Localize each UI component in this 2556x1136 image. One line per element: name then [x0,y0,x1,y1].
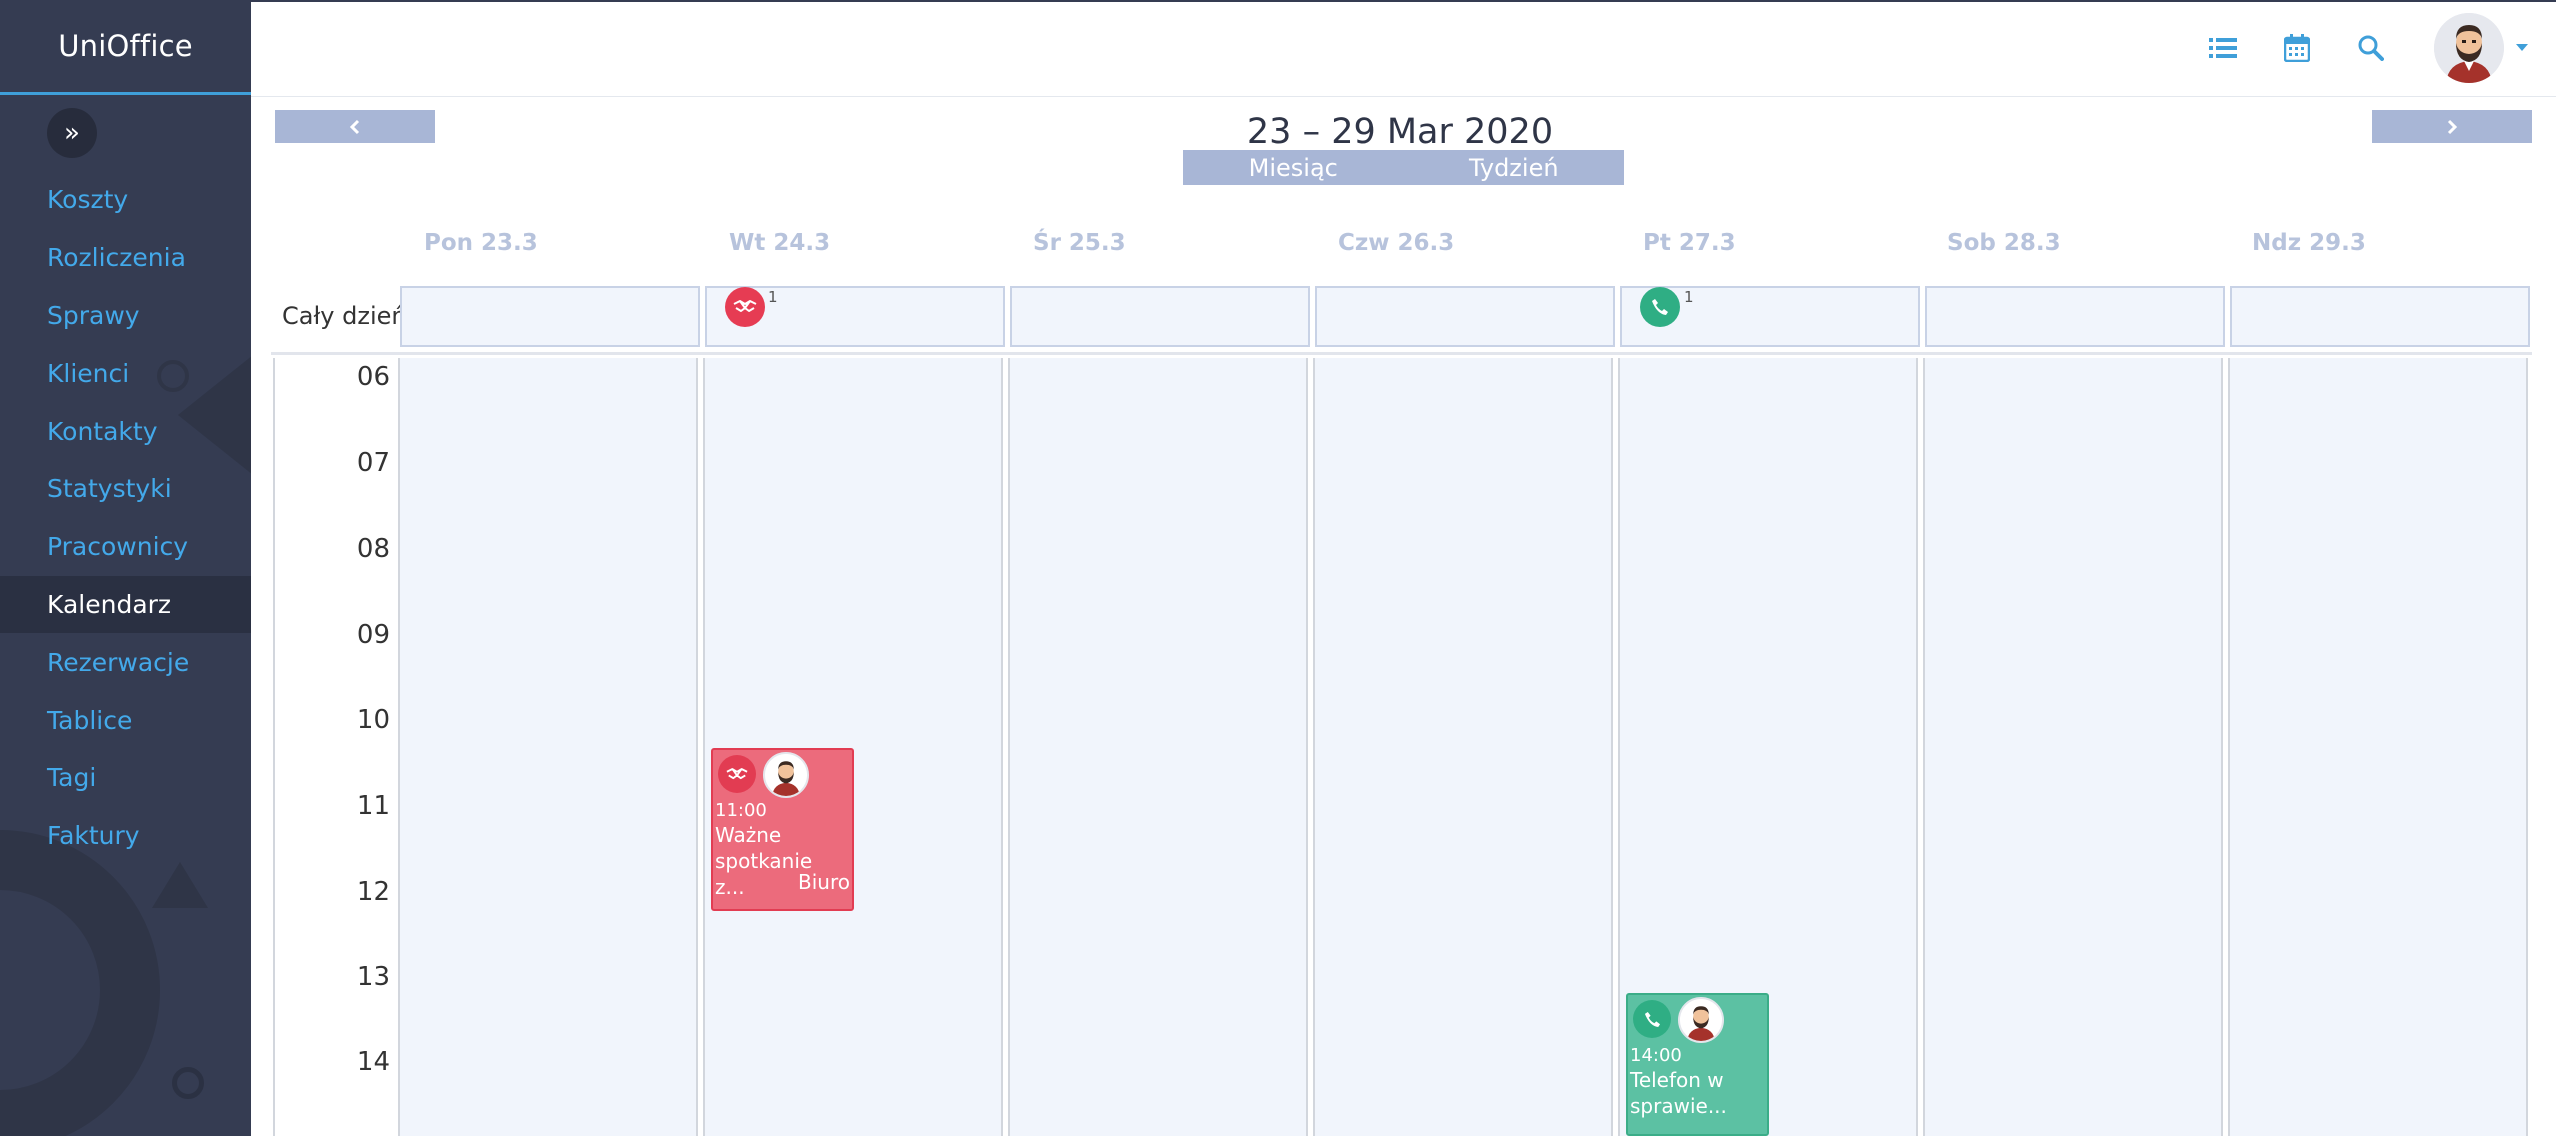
sidebar-item-tagi[interactable]: Tagi [0,749,251,807]
handshake-icon [733,300,757,312]
day-column[interactable] [398,358,698,1136]
avatar [1678,997,1724,1043]
hour-label: 13 [356,962,390,992]
sidebar-item-klienci[interactable]: Klienci [0,344,251,402]
calendar-icon[interactable] [2279,30,2315,66]
list-icon[interactable] [2205,30,2241,66]
day-header: Wt 24.3 [729,230,831,256]
sidebar-item-kalendarz[interactable]: Kalendarz [0,575,251,634]
phone-badge[interactable] [1640,287,1680,327]
event-count: 1 [768,288,778,306]
sidebar-item-rozliczenia[interactable]: Rozliczenia [0,229,251,287]
day-header: Śr 25.3 [1033,230,1126,256]
sidebar-item-statystyki[interactable]: Statystyki [0,460,251,518]
hour-label: 07 [356,448,390,478]
day-column[interactable] [2228,358,2528,1136]
prev-week-button[interactable] [275,110,435,143]
user-avatar[interactable] [2434,13,2504,83]
sidebar-expand-button[interactable]: » [47,108,97,158]
event-title: Telefon w sprawie... [1630,1068,1727,1118]
sidebar: Uni Office » Koszty Rozliczenia Sprawy Kl… [0,0,251,1136]
next-week-button[interactable] [2372,110,2532,143]
calendar-event[interactable]: 11:00 Ważne spotkanie z... Biuro [711,748,854,911]
day-column[interactable] [703,358,1003,1136]
sidebar-item-koszty[interactable]: Koszty [0,171,251,229]
brand-accent: Office [106,29,193,63]
day-column[interactable] [1313,358,1613,1136]
all-day-cell[interactable] [1010,286,1310,347]
brand-main: Uni [58,29,107,63]
app-logo[interactable]: Uni Office [0,0,251,95]
all-day-label: Cały dzień [282,302,407,330]
hour-label: 14 [356,1047,390,1077]
sidebar-item-sprawy[interactable]: Sprawy [0,287,251,345]
sidebar-item-faktury[interactable]: Faktury [0,807,251,865]
event-time: 14:00 [1630,1045,1682,1066]
view-month-button[interactable]: Miesiąc [1183,150,1404,185]
sidebar-item-pracownicy[interactable]: Pracownicy [0,518,251,576]
hour-label: 09 [356,620,390,650]
decorative-ring [172,1067,204,1099]
event-count: 1 [1684,288,1694,306]
decorative-triangle [152,862,208,908]
all-day-cell[interactable] [400,286,700,347]
event-location: Biuro [798,870,850,894]
hour-label: 12 [356,877,390,907]
calendar-event[interactable]: 14:00 Telefon w sprawie... [1626,993,1769,1136]
hour-label: 08 [356,534,390,564]
hour-label: 06 [356,362,390,392]
day-header: Ndz 29.3 [2252,230,2366,256]
day-header: Pon 23.3 [424,230,538,256]
hour-label: 10 [356,705,390,735]
day-column[interactable] [1008,358,1308,1136]
day-column[interactable] [1923,358,2223,1136]
view-switch: Miesiąc Tydzień [1183,150,1624,185]
all-day-cell[interactable] [2230,286,2530,347]
sidebar-item-kontakty[interactable]: Kontakty [0,402,251,460]
chevron-down-icon[interactable] [2516,44,2528,51]
day-header: Czw 26.3 [1338,230,1455,256]
sidebar-nav: Koszty Rozliczenia Sprawy Klienci Kontak… [0,171,251,865]
divider [271,352,2532,355]
phone-icon [1633,1000,1671,1038]
avatar [763,752,809,798]
phone-icon [1652,299,1668,315]
handshake-icon [718,755,756,793]
decorative-circle [0,830,160,1136]
calendar-title: 23 – 29 Mar 2020 [1246,112,1554,152]
meeting-badge[interactable] [725,287,765,327]
event-time: 11:00 [715,800,767,821]
day-header: Sob 28.3 [1947,230,2061,256]
double-chevron-right-icon: » [64,118,80,148]
hour-label: 11 [356,791,390,821]
sidebar-item-tablice[interactable]: Tablice [0,691,251,749]
chevron-right-icon [2447,119,2458,134]
day-header: Pt 27.3 [1643,230,1736,256]
sidebar-item-rezerwacje[interactable]: Rezerwacje [0,633,251,691]
chevron-left-icon [349,119,360,134]
all-day-cell[interactable] [1925,286,2225,347]
view-week-button[interactable]: Tydzień [1404,150,1625,185]
search-icon[interactable] [2353,30,2389,66]
all-day-cell[interactable] [1315,286,1615,347]
